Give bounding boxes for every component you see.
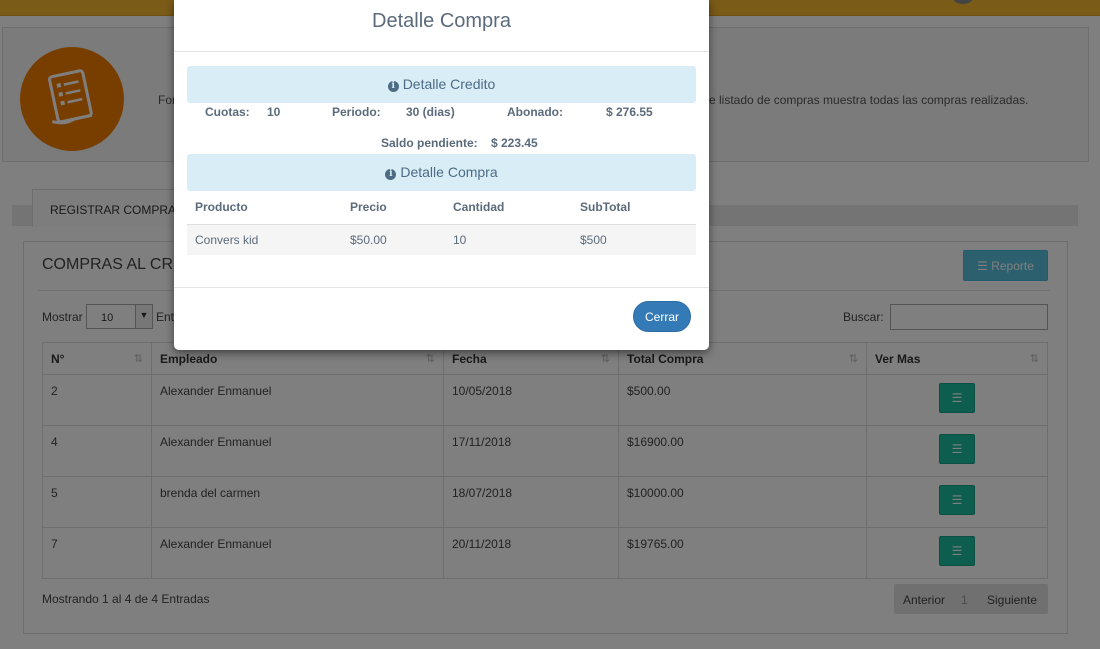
detail-cell-subtotal: $500 (572, 224, 696, 255)
detalle-compra-modal: Detalle Compra i Detalle Credito Cuotas: … (174, 0, 709, 350)
cuotas-label: Cuotas: (205, 105, 250, 119)
saldo-label: Saldo pendiente: (381, 136, 478, 150)
credit-section-title: Detalle Credito (402, 76, 496, 92)
purchase-section-banner: i Detalle Compra (187, 154, 696, 191)
cuotas-value: 10 (267, 105, 281, 119)
abonado-value: $ 276.55 (606, 105, 653, 119)
periodo-value: 30 (dias) (406, 105, 455, 119)
info-circle-icon: i (385, 169, 397, 180)
periodo-label: Periodo: (332, 105, 381, 119)
detail-cell-producto: Convers kid (187, 224, 342, 255)
info-circle-icon: i (387, 81, 399, 92)
abonado-label: Abonado: (507, 105, 563, 119)
detail-column-subtotal: SubTotal (572, 191, 696, 225)
table-row: Convers kid $50.00 10 $500 (187, 224, 696, 255)
purchase-section-title: Detalle Compra (400, 164, 498, 180)
detail-column-producto: Producto (187, 191, 342, 225)
credit-section-banner: i Detalle Credito (187, 66, 696, 103)
close-button[interactable]: Cerrar (633, 301, 691, 332)
detail-table: Producto Precio Cantidad SubTotal Conver… (187, 191, 696, 255)
detail-cell-cantidad: 10 (445, 224, 572, 255)
modal-footer: Cerrar (174, 287, 709, 350)
detail-column-cantidad: Cantidad (445, 191, 572, 225)
detail-column-precio: Precio (342, 191, 445, 225)
modal-title: Detalle Compra (372, 10, 511, 32)
detail-header-row: Producto Precio Cantidad SubTotal (187, 191, 696, 225)
modal-header: Detalle Compra (174, 0, 709, 52)
saldo-value: $ 223.45 (491, 136, 538, 150)
detail-cell-precio: $50.00 (342, 224, 445, 255)
